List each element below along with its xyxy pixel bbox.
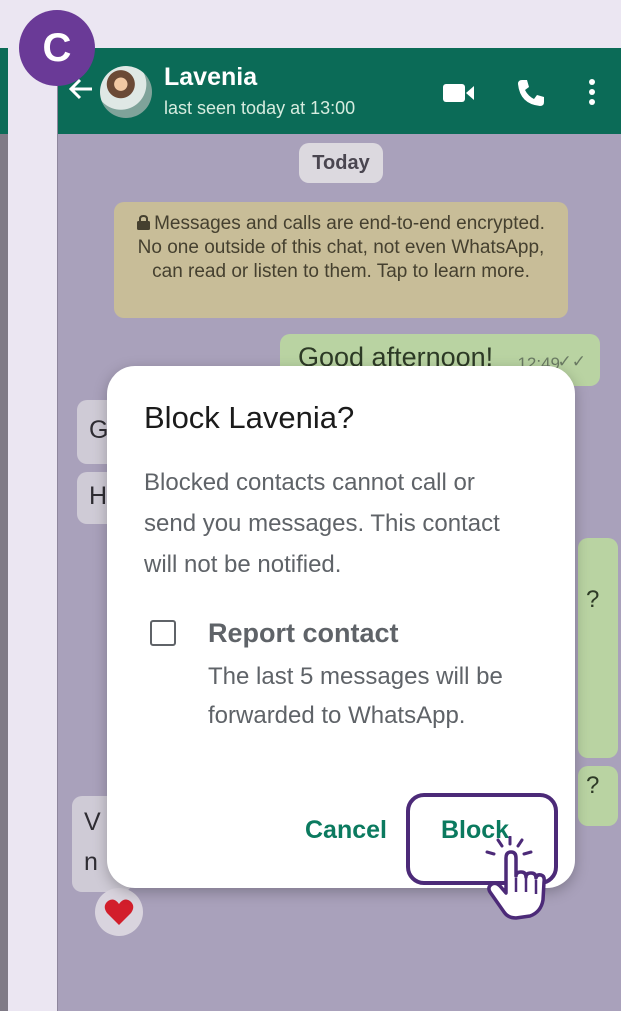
- report-contact-checkbox[interactable]: [150, 620, 176, 646]
- voice-call-icon[interactable]: [516, 78, 546, 108]
- message-text: ?: [586, 586, 600, 613]
- more-options-icon[interactable]: [588, 78, 596, 106]
- encryption-notice-text: Messages and calls are end-to-end encryp…: [137, 213, 545, 282]
- contact-name[interactable]: Lavenia: [164, 63, 257, 92]
- dialog-title: Block Lavenia?: [144, 400, 355, 435]
- outgoing-message[interactable]: ?: [578, 538, 618, 758]
- background-app-edge: [0, 48, 8, 1011]
- message-text: H: [89, 482, 108, 510]
- background-app-header: [0, 48, 8, 134]
- report-contact-label[interactable]: Report contact: [208, 618, 399, 649]
- message-text: V: [84, 808, 101, 836]
- hand-pointer-icon: [485, 836, 546, 920]
- heart-icon[interactable]: [95, 888, 143, 936]
- chat-header: Lavenia last seen today at 13:00: [58, 48, 621, 134]
- message-text: G: [89, 416, 109, 444]
- outgoing-message[interactable]: ?: [578, 766, 618, 826]
- dialog-body: Blocked contacts cannot call or send you…: [144, 469, 500, 578]
- read-ticks-icon: ✓✓: [557, 352, 587, 371]
- video-call-icon[interactable]: [443, 82, 475, 104]
- message-text: n: [84, 848, 98, 876]
- step-badge: C: [19, 10, 95, 86]
- encryption-notice[interactable]: Messages and calls are end-to-end encryp…: [114, 202, 568, 318]
- date-chip: Today: [299, 143, 383, 183]
- message-text: ?: [586, 772, 600, 799]
- report-contact-description: The last 5 messages will be forwarded to…: [208, 663, 503, 729]
- cancel-button[interactable]: Cancel: [305, 816, 387, 845]
- lock-icon: [137, 214, 151, 230]
- last-seen-status: last seen today at 13:00: [164, 98, 356, 118]
- avatar[interactable]: [100, 66, 152, 118]
